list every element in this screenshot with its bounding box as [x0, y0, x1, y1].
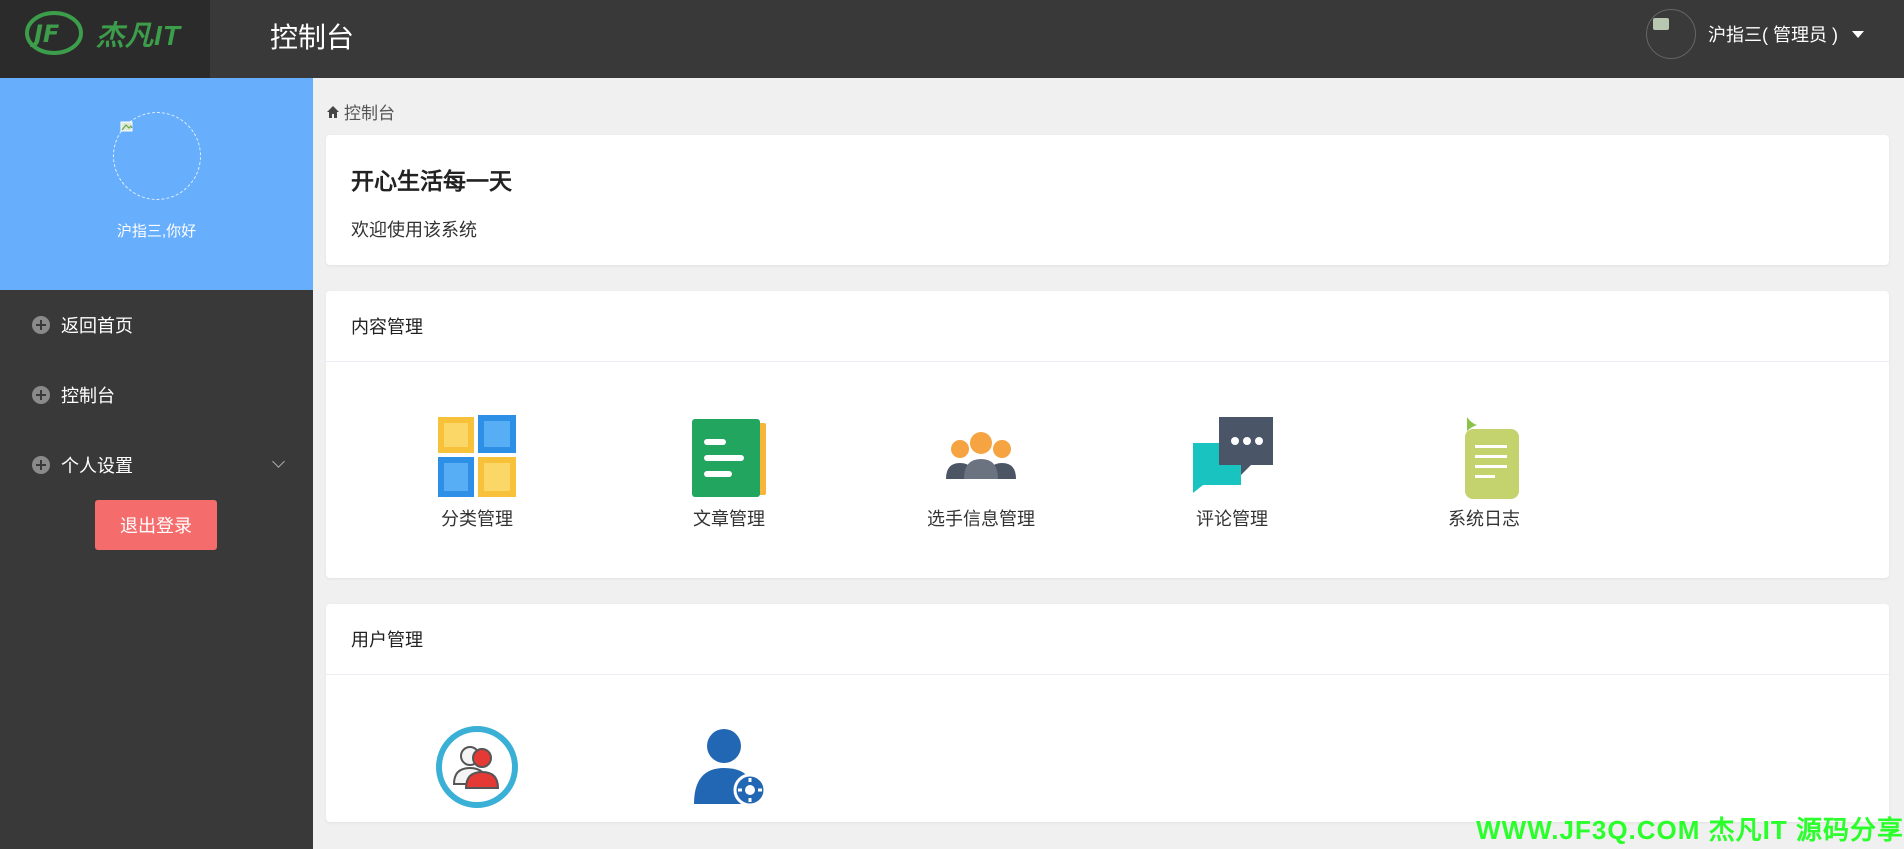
section-title: 用户管理: [326, 604, 1889, 675]
logout-button[interactable]: 退出登录: [95, 500, 217, 550]
tile-user-list[interactable]: [397, 724, 557, 810]
profile-greeting: 沪指三,你好: [116, 223, 197, 240]
logo-icon: JF: [25, 11, 83, 55]
blocks-icon: [438, 415, 516, 497]
logo-text: 杰凡IT: [96, 20, 181, 51]
page-title: 控制台: [270, 22, 355, 53]
user-avatar[interactable]: [1646, 9, 1696, 59]
log-icon: [1465, 417, 1519, 499]
plus-circle-icon: [32, 386, 50, 404]
logo[interactable]: JF 杰凡IT: [0, 0, 210, 78]
welcome-text: 欢迎使用该系统: [351, 220, 477, 240]
tile-user-settings[interactable]: [649, 724, 809, 810]
article-icon: [692, 419, 766, 497]
welcome-card: 开心生活每一天 欢迎使用该系统: [326, 135, 1889, 265]
sidebar-item-label: 个人设置: [61, 456, 133, 476]
sidebar-item-dashboard[interactable]: 控制台: [0, 370, 313, 420]
sidebar: 沪指三,你好 返回首页 控制台 个人设置 退出登录: [0, 78, 313, 849]
watermark: WWW.JF3Q.COM 杰凡IT 源码分享: [1476, 815, 1904, 845]
welcome-title: 开心生活每一天: [351, 168, 512, 194]
chevron-down-icon[interactable]: [272, 455, 285, 468]
sidebar-item-home[interactable]: 返回首页: [0, 300, 313, 350]
tile-label: 系统日志: [1448, 509, 1520, 529]
svg-text:JF: JF: [30, 20, 60, 48]
tile-label: 文章管理: [693, 509, 765, 529]
tile-system-log[interactable]: 系统日志: [1404, 413, 1564, 531]
user-management-card: 用户管理: [326, 604, 1889, 822]
breadcrumb-item[interactable]: 控制台: [344, 99, 395, 124]
tile-article-management[interactable]: 文章管理: [649, 413, 809, 531]
tile-label: 选手信息管理: [927, 509, 1035, 529]
users-circle-icon: [436, 726, 518, 808]
sidebar-item-settings[interactable]: 个人设置: [0, 440, 313, 490]
user-menu[interactable]: 沪指三( 管理员 ): [1646, 0, 1864, 68]
plus-circle-icon: [32, 456, 50, 474]
sidebar-item-label: 返回首页: [61, 316, 133, 336]
tile-comment-management[interactable]: 评论管理: [1152, 413, 1312, 531]
profile-avatar: [113, 112, 201, 200]
tile-category-management[interactable]: 分类管理: [397, 413, 557, 531]
broken-image-icon: [120, 121, 133, 132]
user-gear-icon: [694, 729, 767, 807]
tile-contestant-management[interactable]: 选手信息管理: [901, 413, 1061, 531]
content-management-card: 内容管理 分类管理 文章管理 选手信息管理 评论管理 系统日志: [326, 291, 1889, 578]
profile-panel: 沪指三,你好: [0, 78, 313, 290]
top-bar: JF 杰凡IT 控制台 沪指三( 管理员 ): [0, 0, 1904, 78]
tile-label: 分类管理: [441, 509, 513, 529]
group-icon: [946, 432, 1016, 479]
breadcrumb: 控制台: [326, 99, 395, 124]
chat-icon: [1193, 417, 1273, 493]
sidebar-item-label: 控制台: [61, 386, 115, 406]
section-title: 内容管理: [326, 291, 1889, 362]
user-name[interactable]: 沪指三( 管理员 ): [1708, 21, 1838, 47]
home-icon[interactable]: [326, 105, 340, 119]
caret-down-icon[interactable]: [1852, 30, 1864, 38]
tile-label: 评论管理: [1196, 509, 1268, 529]
plus-circle-icon: [32, 316, 50, 334]
